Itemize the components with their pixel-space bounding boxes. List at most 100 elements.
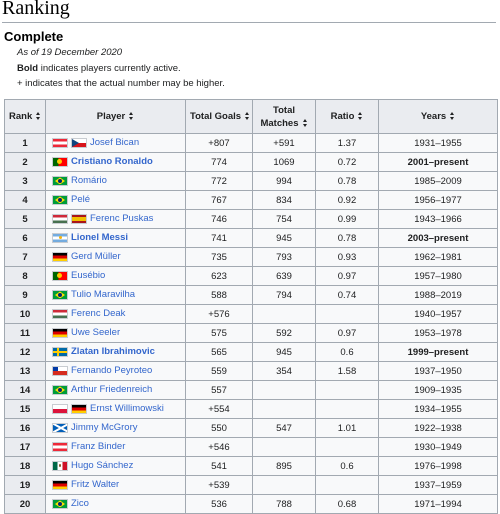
player-name-link[interactable]: Jimmy McGrory (71, 422, 138, 433)
sort-icon[interactable] (450, 112, 455, 121)
nationality-flags (52, 251, 71, 263)
column-header-years[interactable]: Years (378, 99, 498, 134)
column-header-player[interactable]: Player (45, 99, 186, 134)
player-name-link[interactable]: Uwe Seeler (71, 327, 120, 338)
years-cell: 1976–1998 (378, 456, 498, 476)
player-cell: Ferenc Deak (45, 304, 186, 324)
player-name-link[interactable]: Gerd Müller (71, 251, 121, 262)
sweden-flag-icon[interactable] (52, 346, 68, 357)
germany-flag-icon[interactable] (52, 251, 68, 262)
ratio-cell: 0.97 (315, 266, 379, 286)
player-name-link[interactable]: Zlatan Ibrahimovic (71, 346, 155, 357)
player-name-link[interactable]: Fernando Peyroteo (71, 365, 152, 376)
table-row: 6 Lionel Messi 741 945 0.78 2003–present (4, 228, 498, 248)
player-cell: Josef Bican (45, 133, 186, 153)
column-header-total-goals[interactable]: Total Goals (185, 99, 253, 134)
nationality-flags (52, 498, 71, 510)
player-name-link[interactable]: Pelé (71, 194, 90, 205)
germany-flag-icon[interactable] (71, 403, 87, 414)
germany-flag-icon[interactable] (52, 479, 68, 490)
player-name-link[interactable]: Arthur Friedenreich (71, 384, 152, 395)
argentina-flag-icon[interactable] (52, 232, 68, 243)
ratio-cell: 1.37 (315, 133, 379, 153)
total-matches-cell: 794 (252, 285, 316, 305)
ratio-cell (315, 399, 379, 419)
player-name-link[interactable]: Tulio Maravilha (71, 289, 135, 300)
player-name-link[interactable]: Ernst Willimowski (90, 403, 164, 414)
germany-flag-icon[interactable] (52, 327, 68, 338)
nationality-flags (52, 384, 71, 396)
column-header-total-matches[interactable]: Total Matches (252, 99, 316, 134)
player-name-link[interactable]: Zico (71, 498, 89, 509)
player-cell: Jimmy McGrory (45, 418, 186, 438)
bold-legend-text: indicates players currently active. (38, 62, 181, 74)
chile-flag-icon[interactable] (52, 365, 68, 376)
sort-icon[interactable] (302, 118, 308, 127)
brazil-flag-icon[interactable] (52, 175, 68, 186)
total-goals-cell: 772 (185, 171, 253, 191)
rank-cell: 4 (4, 190, 46, 210)
brazil-flag-icon[interactable] (52, 194, 68, 205)
table-row: 2 Cristiano Ronaldo 774 1069 0.72 2001–presen… (4, 152, 498, 172)
table-row: 10 Ferenc Deak +576 1940–1957 (4, 304, 498, 324)
total-goals-cell: +539 (185, 475, 253, 495)
rank-cell: 10 (4, 304, 46, 324)
nationality-flags (52, 346, 71, 358)
player-cell: Lionel Messi (45, 228, 186, 248)
player-name-link[interactable]: Ferenc Deak (71, 308, 125, 319)
austria-flag-icon[interactable] (52, 137, 68, 148)
rank-cell: 11 (4, 323, 46, 343)
rank-cell: 20 (4, 494, 46, 514)
rank-cell: 13 (4, 361, 46, 381)
brazil-flag-icon[interactable] (52, 289, 68, 300)
years-cell: 1971–1994 (378, 494, 498, 514)
player-name-link[interactable]: Lionel Messi (71, 232, 128, 243)
plus-legend-note: + indicates that the actual number may b… (17, 78, 225, 89)
sort-icon[interactable] (129, 112, 134, 121)
ratio-cell: 0.92 (315, 190, 379, 210)
brazil-flag-icon[interactable] (52, 384, 68, 395)
portugal-flag-icon[interactable] (52, 156, 68, 167)
portugal-flag-icon[interactable] (52, 270, 68, 281)
years-cell: 1922–1938 (378, 418, 498, 438)
table-row: 12 Zlatan Ibrahimovic 565 945 0.6 1999–presen… (4, 342, 498, 362)
scotland-flag-icon[interactable] (52, 422, 68, 433)
rank-cell: 1 (4, 133, 46, 153)
column-header-rank-label: Rank (9, 111, 33, 122)
sort-icon[interactable] (358, 112, 363, 121)
spain-flag-icon[interactable] (71, 213, 87, 224)
player-name-link[interactable]: Eusébio (71, 270, 105, 281)
total-matches-cell (252, 304, 316, 324)
player-name-link[interactable]: Romário (71, 175, 107, 186)
player-name-link[interactable]: Franz Binder (71, 441, 125, 452)
hungary-flag-icon[interactable] (52, 308, 68, 319)
sort-icon[interactable] (245, 112, 250, 121)
table-row: 5 Ferenc Puskas 746 754 0.99 1943–1966 (4, 209, 498, 229)
player-name-link[interactable]: Ferenc Puskas (90, 213, 153, 224)
column-header-rank[interactable]: Rank (4, 99, 46, 134)
total-goals-cell: 541 (185, 456, 253, 476)
years-cell: 1937–1959 (378, 475, 498, 495)
years-cell: 1962–1981 (378, 247, 498, 267)
mexico-flag-icon[interactable] (52, 460, 68, 471)
brazil-flag-icon[interactable] (52, 498, 68, 509)
rank-cell: 15 (4, 399, 46, 419)
nationality-flags (52, 289, 71, 301)
poland-flag-icon[interactable] (52, 403, 68, 414)
total-matches-cell: 895 (252, 456, 316, 476)
total-matches-cell: 793 (252, 247, 316, 267)
austria-flag-icon[interactable] (52, 441, 68, 452)
player-name-link[interactable]: Josef Bican (90, 137, 139, 148)
nationality-flags (52, 308, 71, 320)
czechia-flag-icon[interactable] (71, 137, 87, 148)
player-name-link[interactable]: Fritz Walter (71, 479, 119, 490)
hungary-flag-icon[interactable] (52, 213, 68, 224)
total-matches-cell: 547 (252, 418, 316, 438)
player-cell: Fernando Peyroteo (45, 361, 186, 381)
player-name-link[interactable]: Hugo Sánchez (71, 460, 133, 471)
total-goals-cell: 588 (185, 285, 253, 305)
column-header-ratio[interactable]: Ratio (315, 99, 379, 134)
player-cell: Ernst Willimowski (45, 399, 186, 419)
player-name-link[interactable]: Cristiano Ronaldo (71, 156, 153, 167)
sort-icon[interactable] (36, 112, 41, 121)
